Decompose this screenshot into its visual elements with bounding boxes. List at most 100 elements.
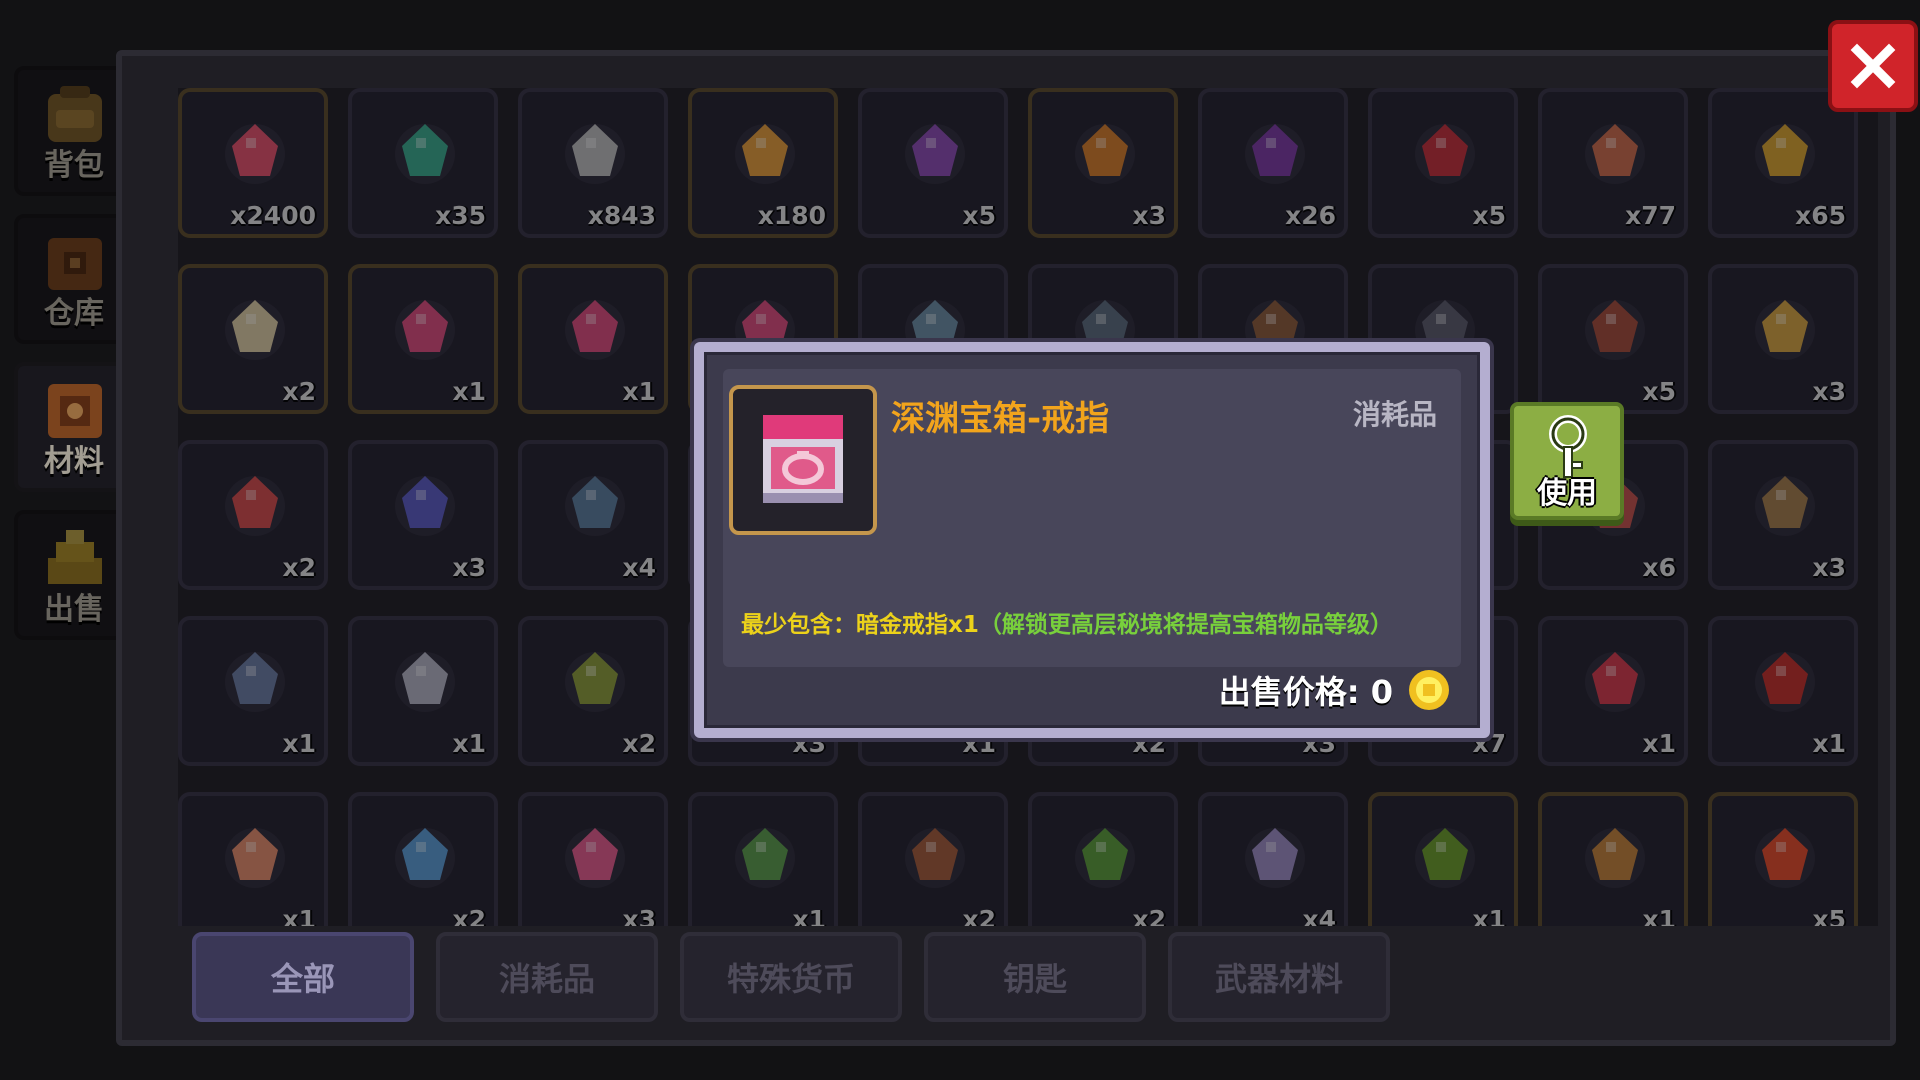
item-quantity: x3 bbox=[1132, 201, 1166, 230]
inventory-slot[interactable]: x5 bbox=[858, 88, 1008, 238]
item-quantity: x1 bbox=[622, 377, 656, 406]
armor-chest-icon bbox=[395, 300, 455, 360]
sell-price: 出售价格: 0 bbox=[1219, 667, 1451, 713]
use-button-label: 使用 bbox=[1537, 476, 1597, 511]
tooltip-title: 深渊宝箱-戒指 bbox=[891, 399, 1110, 439]
item-quantity: x5 bbox=[1642, 377, 1676, 406]
red-orb-icon bbox=[1755, 652, 1815, 712]
item-quantity: x4 bbox=[1302, 905, 1336, 926]
side-tab-label: 材料 bbox=[44, 444, 104, 479]
use-button[interactable]: 使用 bbox=[1510, 402, 1624, 520]
inventory-slot[interactable]: x3 bbox=[1708, 264, 1858, 414]
inventory-slot[interactable]: x2 bbox=[518, 616, 668, 766]
close-icon bbox=[1850, 43, 1896, 89]
canister-icon bbox=[565, 476, 625, 536]
frog-icon bbox=[1415, 828, 1475, 888]
inventory-slot[interactable]: x1 bbox=[1538, 616, 1688, 766]
item-quantity: x2 bbox=[962, 905, 996, 926]
inventory-slot[interactable]: x5 bbox=[1368, 88, 1518, 238]
tab-consumables[interactable]: 消耗品 bbox=[436, 932, 658, 1022]
pickaxe-icon bbox=[1585, 828, 1645, 888]
inventory-slot[interactable]: x1 bbox=[348, 616, 498, 766]
medal-icon bbox=[1755, 124, 1815, 184]
item-quantity: x77 bbox=[1625, 201, 1676, 230]
tooltip-item-frame bbox=[729, 385, 877, 535]
item-quantity: x3 bbox=[622, 905, 656, 926]
inventory-slot[interactable]: x26 bbox=[1198, 88, 1348, 238]
item-quantity: x843 bbox=[587, 201, 656, 230]
desc-value: 暗金戒指x1 bbox=[856, 612, 979, 638]
sell-price-label: 出售价格: 0 bbox=[1218, 673, 1393, 711]
inventory-slot[interactable]: x2 bbox=[1028, 792, 1178, 926]
green-token-icon bbox=[395, 124, 455, 184]
item-quantity: x5 bbox=[962, 201, 996, 230]
red-gem-icon bbox=[225, 124, 285, 184]
tab-all[interactable]: 全部 bbox=[192, 932, 414, 1022]
item-quantity: x1 bbox=[1642, 729, 1676, 758]
blue-fish-icon bbox=[395, 476, 455, 536]
inventory-slot[interactable]: x2 bbox=[858, 792, 1008, 926]
item-quantity: x2400 bbox=[230, 201, 316, 230]
inventory-slot[interactable]: x180 bbox=[688, 88, 838, 238]
desc-note: （解锁更高层秘境将提高宝箱物品等级） bbox=[978, 612, 1393, 638]
scroll-disc-icon bbox=[1585, 124, 1645, 184]
inventory-slot[interactable]: x1 bbox=[178, 616, 328, 766]
cactus-icon bbox=[1075, 828, 1135, 888]
inventory-slot[interactable]: x1 bbox=[1368, 792, 1518, 926]
inventory-slot[interactable]: x5 bbox=[1708, 792, 1858, 926]
item-quantity: x2 bbox=[1132, 905, 1166, 926]
item-quantity: x5 bbox=[1472, 201, 1506, 230]
brown-claw-icon bbox=[905, 828, 965, 888]
item-quantity: x1 bbox=[282, 905, 316, 926]
inventory-slot[interactable]: x3 bbox=[1028, 88, 1178, 238]
ring-chest-icon bbox=[565, 300, 625, 360]
inventory-slot[interactable]: x35 bbox=[348, 88, 498, 238]
bullet-icon bbox=[1755, 300, 1815, 360]
inventory-slot[interactable]: x1 bbox=[688, 792, 838, 926]
item-quantity: x2 bbox=[282, 553, 316, 582]
inventory-slot[interactable]: x3 bbox=[1708, 440, 1858, 590]
inventory-slot[interactable]: x4 bbox=[1198, 792, 1348, 926]
blaster-icon bbox=[225, 652, 285, 712]
tooltip-description: 最少包含：暗金戒指x1（解锁更高层秘境将提高宝箱物品等级） bbox=[741, 605, 1393, 639]
inventory-slot[interactable]: x1 bbox=[348, 264, 498, 414]
item-quantity: x3 bbox=[1812, 377, 1846, 406]
inventory-slot[interactable]: x4 bbox=[518, 440, 668, 590]
pink-flower-icon bbox=[565, 828, 625, 888]
side-tab-label: 背包 bbox=[44, 148, 104, 183]
inventory-slot[interactable]: x77 bbox=[1538, 88, 1688, 238]
blue-sword-icon bbox=[395, 828, 455, 888]
rifle-icon bbox=[1585, 300, 1645, 360]
inventory-slot[interactable]: x2 bbox=[348, 792, 498, 926]
silver-ore-icon bbox=[565, 124, 625, 184]
inventory-slot[interactable]: x2400 bbox=[178, 88, 328, 238]
inventory-slot[interactable]: x1 bbox=[1708, 616, 1858, 766]
inventory-slot[interactable]: x843 bbox=[518, 88, 668, 238]
inventory-slot[interactable]: x1 bbox=[518, 264, 668, 414]
tooltip-type: 消耗品 bbox=[1352, 398, 1437, 431]
inventory-slot[interactable]: x3 bbox=[518, 792, 668, 926]
gear-ring-icon bbox=[395, 652, 455, 712]
inventory-slot[interactable]: x3 bbox=[348, 440, 498, 590]
red-crystal-icon bbox=[1415, 124, 1475, 184]
tooltip-body: 深渊宝箱-戒指 消耗品 最少包含：暗金戒指x1（解锁更高层秘境将提高宝箱物品等级… bbox=[723, 369, 1461, 667]
inventory-slot[interactable]: x5 bbox=[1538, 264, 1688, 414]
item-quantity: x1 bbox=[282, 729, 316, 758]
item-quantity: x180 bbox=[757, 201, 826, 230]
tab-keys[interactable]: 钥匙 bbox=[924, 932, 1146, 1022]
item-quantity: x1 bbox=[792, 905, 826, 926]
sun-flower-icon bbox=[1755, 828, 1815, 888]
inventory-slot[interactable]: x2 bbox=[178, 264, 328, 414]
red-drill-icon bbox=[225, 476, 285, 536]
close-button[interactable] bbox=[1828, 20, 1918, 112]
crown-gem-icon bbox=[1245, 828, 1305, 888]
desc-key: 最少包含： bbox=[741, 612, 856, 638]
inventory-slot[interactable]: x2 bbox=[178, 440, 328, 590]
item-quantity: x5 bbox=[1812, 905, 1846, 926]
item-tooltip: 深渊宝箱-戒指 消耗品 最少包含：暗金戒指x1（解锁更高层秘境将提高宝箱物品等级… bbox=[694, 342, 1490, 738]
inventory-slot[interactable]: x1 bbox=[1538, 792, 1688, 926]
tab-special-currency[interactable]: 特殊货币 bbox=[680, 932, 902, 1022]
inventory-slot[interactable]: x1 bbox=[178, 792, 328, 926]
tab-weapon-materials[interactable]: 武器材料 bbox=[1168, 932, 1390, 1022]
side-tab-label: 仓库 bbox=[44, 296, 104, 331]
